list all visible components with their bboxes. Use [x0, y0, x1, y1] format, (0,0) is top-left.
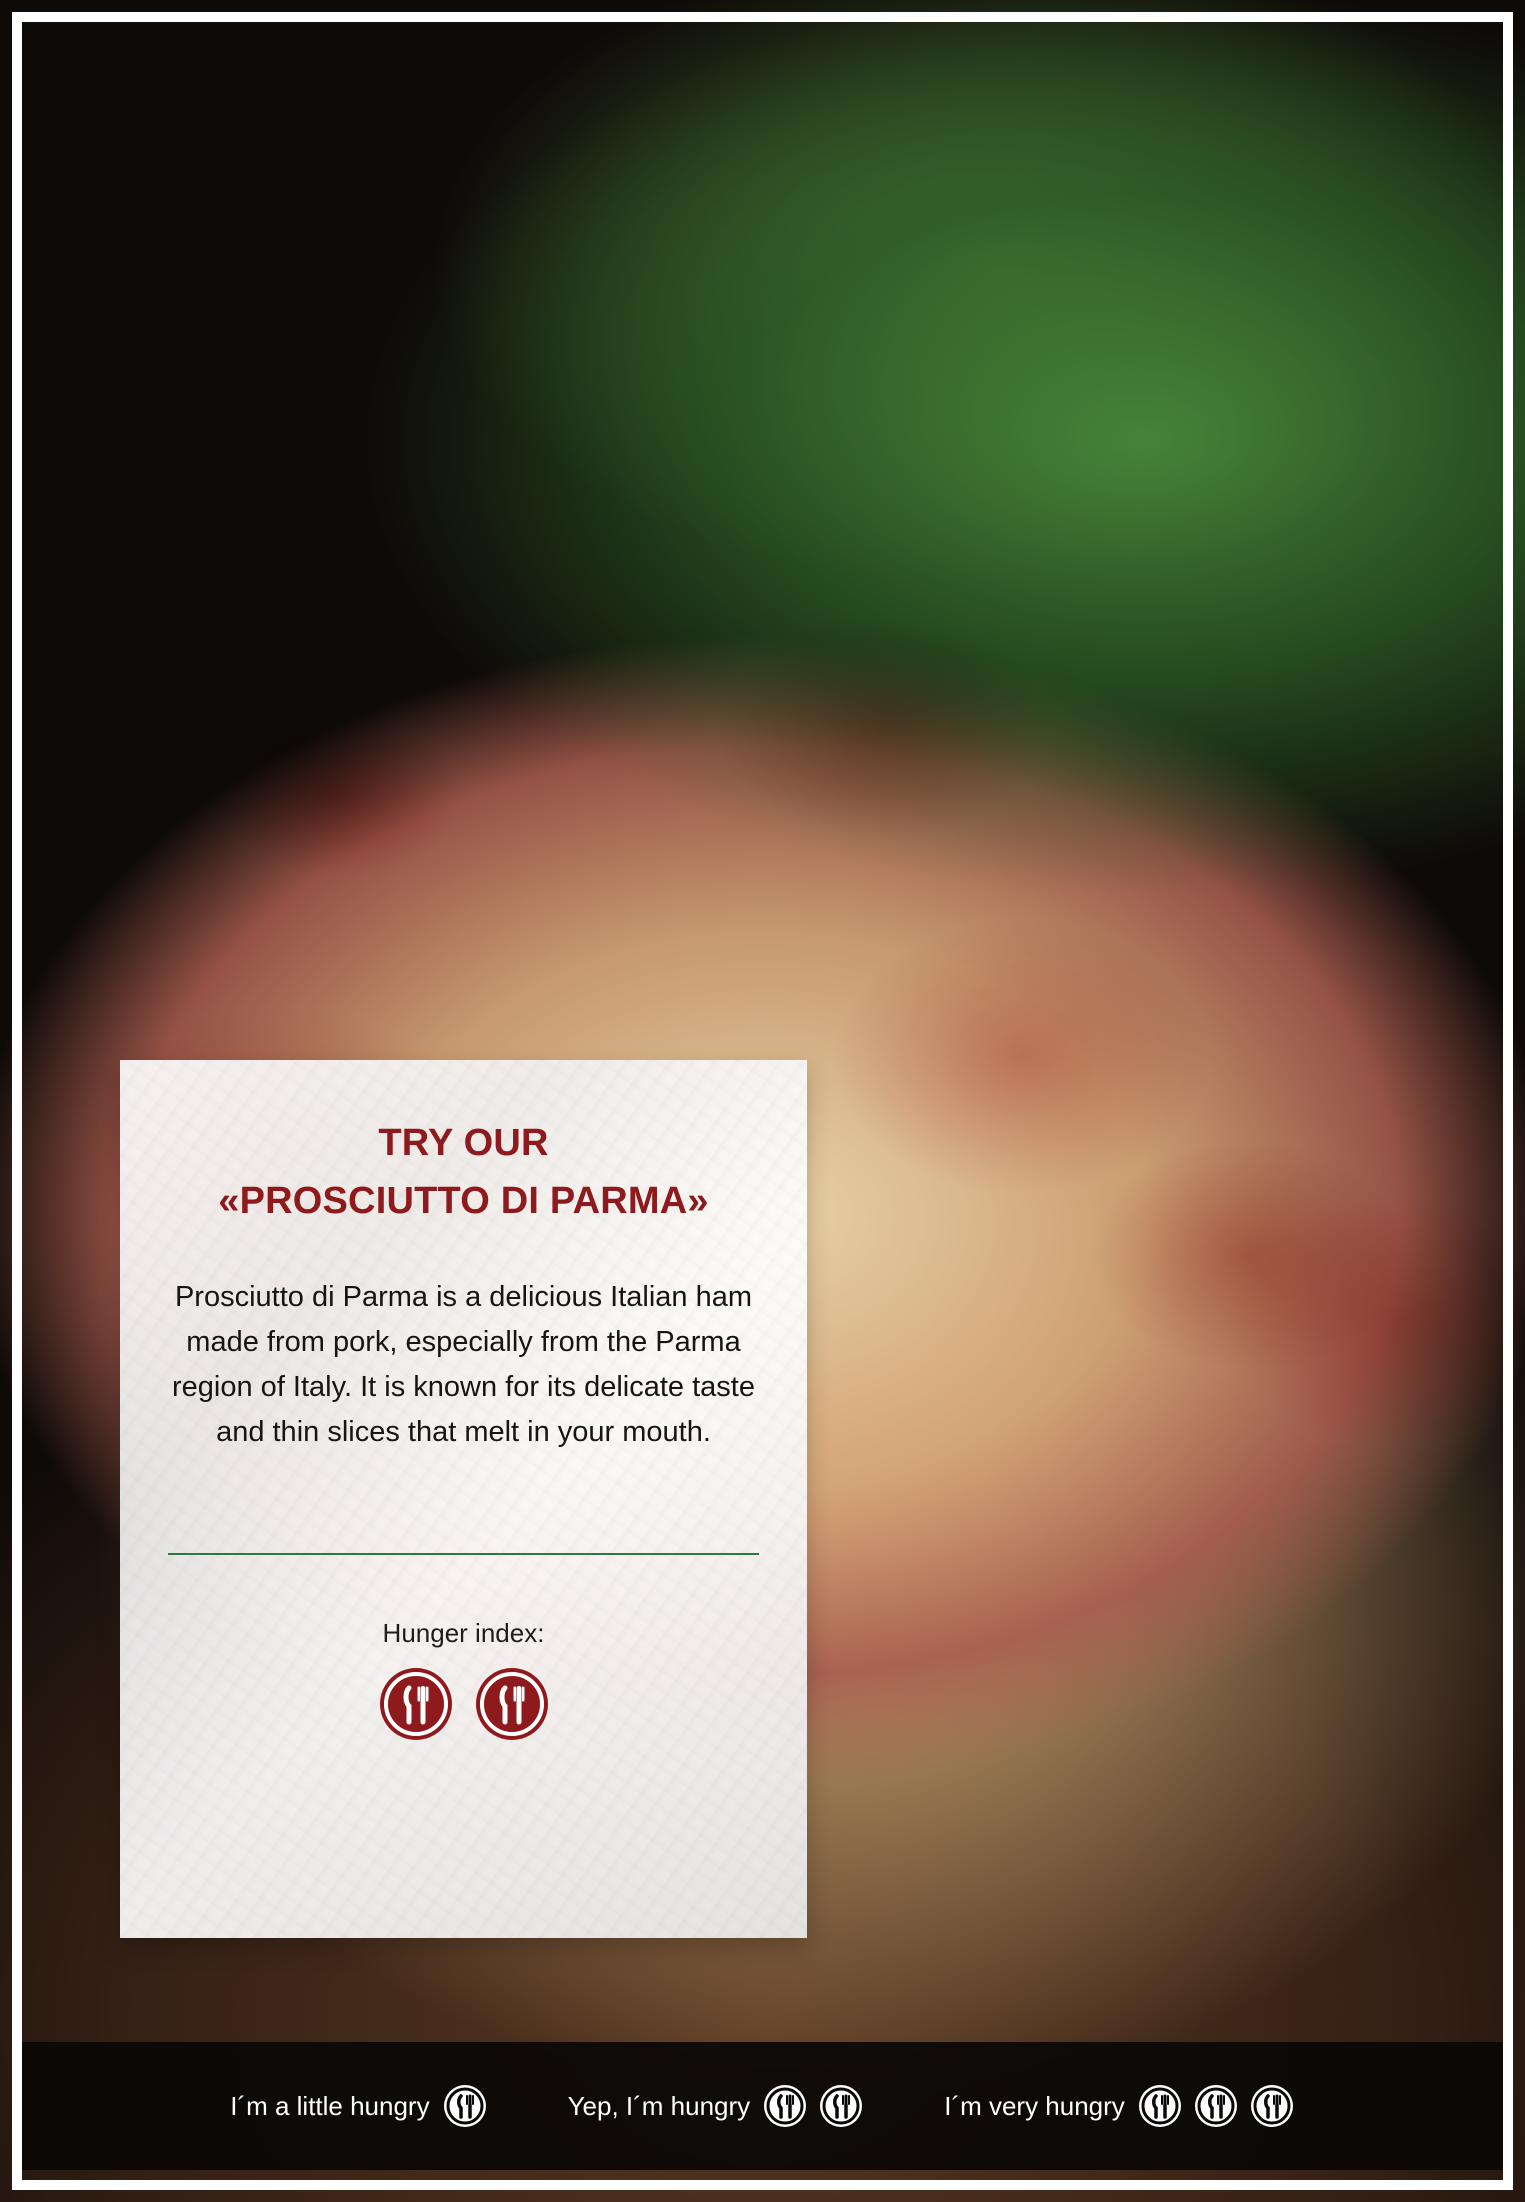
legend-icons: [442, 2083, 488, 2129]
fork-knife-icon: [474, 1666, 550, 1742]
fork-knife-icon: [378, 1666, 454, 1742]
legend-label: I´m a little hungry: [230, 2091, 430, 2121]
hunger-legend: I´m a little hungry Yep, I´m hungry I´m …: [22, 2064, 1503, 2148]
legend-item-hungry: Yep, I´m hungry: [568, 2083, 865, 2129]
hunger-index-icons: [120, 1666, 807, 1742]
legend-item-very-hungry: I´m very hungry: [944, 2083, 1295, 2129]
fork-knife-icon: [442, 2083, 488, 2129]
fork-knife-icon: [762, 2083, 808, 2129]
card-title: TRY OUR «PROSCIUTTO DI PARMA»: [218, 1122, 709, 1222]
card-description: Prosciutto di Parma is a delicious Itali…: [172, 1281, 755, 1448]
fork-knife-icon: [818, 2083, 864, 2129]
divider-line: [168, 1553, 759, 1555]
fork-knife-icon: [1137, 2083, 1183, 2129]
legend-icons: [762, 2083, 864, 2129]
legend-icons: [1137, 2083, 1295, 2129]
hunger-index-label: Hunger index:: [382, 1618, 545, 1648]
hunger-legend-footer: I´m a little hungry Yep, I´m hungry I´m …: [22, 2042, 1503, 2170]
info-card: TRY OUR «PROSCIUTTO DI PARMA» Prosciutto…: [120, 1060, 807, 1938]
legend-item-little-hungry: I´m a little hungry: [230, 2083, 487, 2129]
fork-knife-icon: [1249, 2083, 1295, 2129]
legend-label: Yep, I´m hungry: [567, 2091, 751, 2121]
fork-knife-icon: [1193, 2083, 1239, 2129]
legend-label: I´m very hungry: [944, 2091, 1125, 2121]
